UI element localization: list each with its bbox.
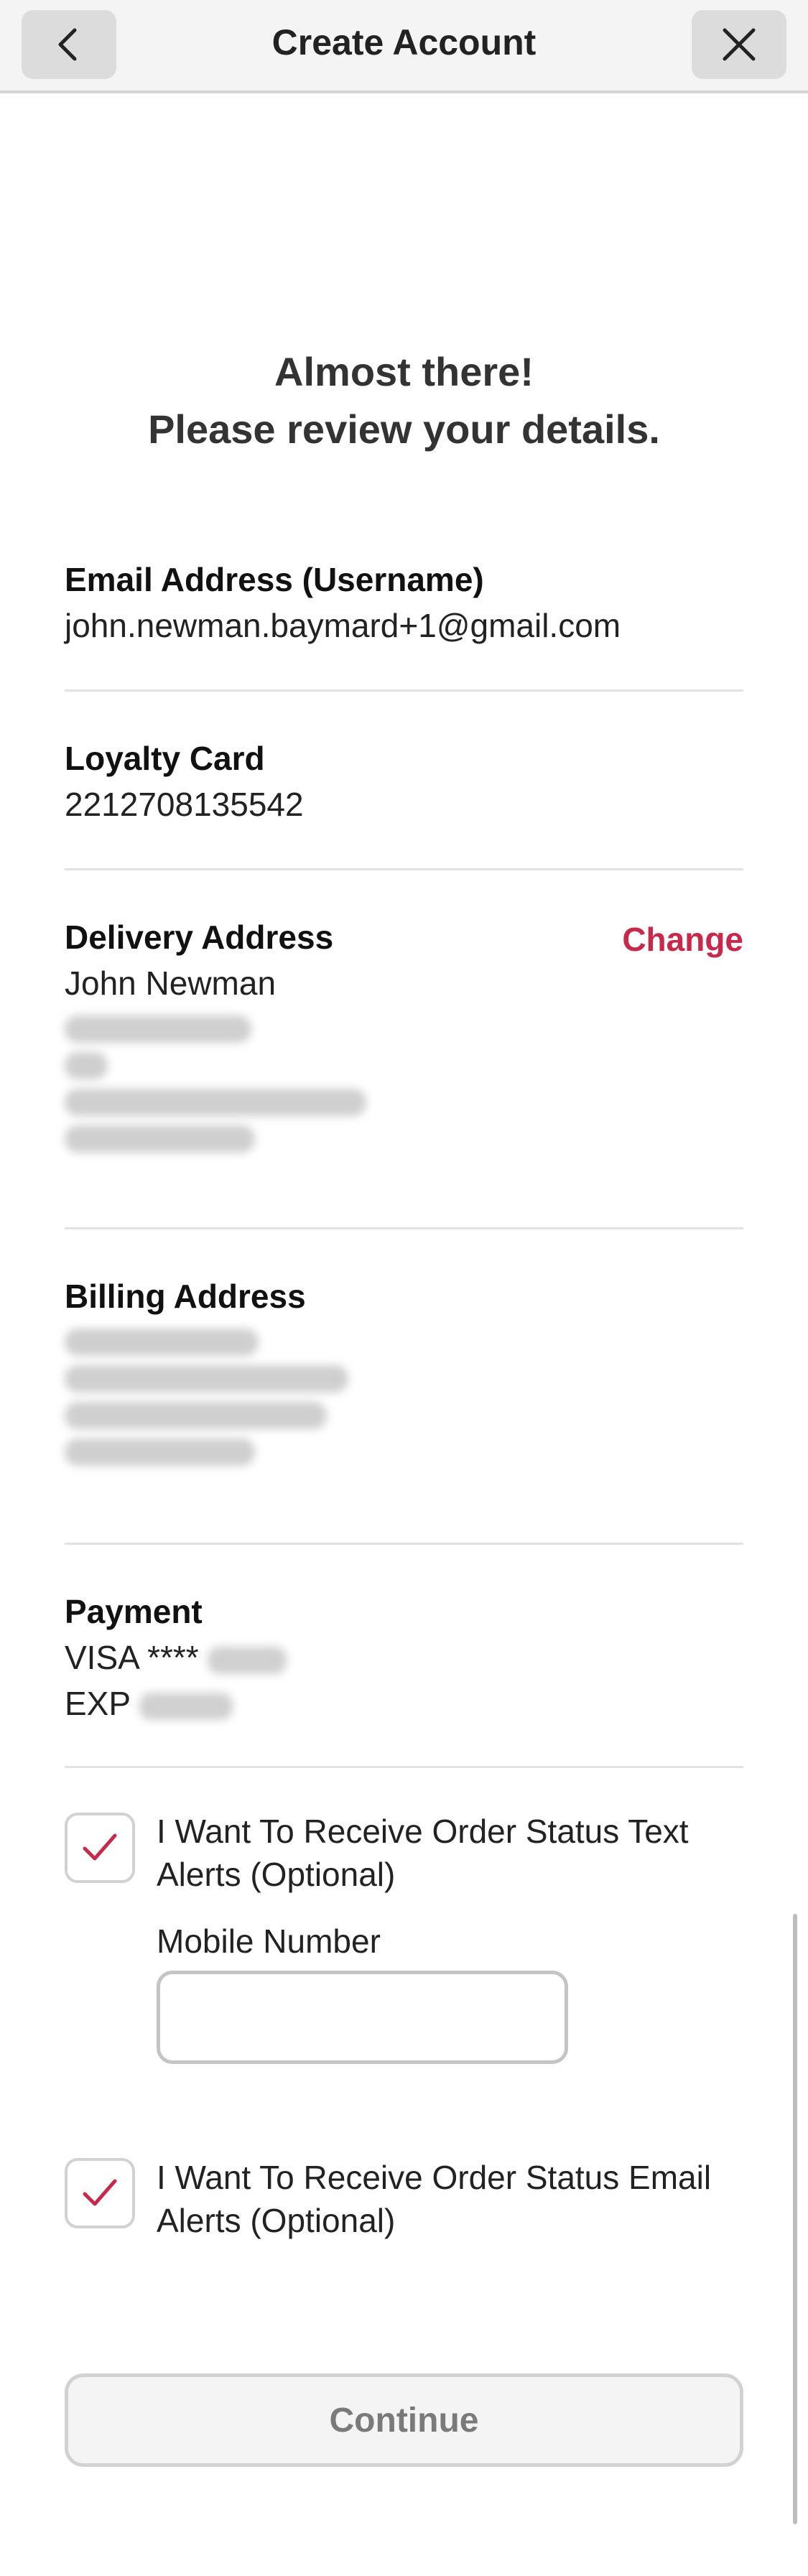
redacted-line — [65, 1402, 327, 1429]
top-bar: Create Account — [0, 0, 808, 93]
redacted-line — [65, 1365, 348, 1392]
card-number: VISA **** — [65, 1635, 743, 1680]
email-alerts-checkbox[interactable] — [65, 2158, 135, 2228]
change-delivery-link[interactable]: Change — [622, 920, 743, 959]
mobile-number-label: Mobile Number — [157, 1922, 381, 1960]
loyalty-section: Loyalty Card 2212708135542 — [65, 735, 743, 827]
scrollbar[interactable] — [793, 1914, 797, 2524]
email-section: Email Address (Username) john.newman.bay… — [65, 557, 743, 648]
heading-line-2: Please review your details. — [148, 406, 660, 452]
close-button[interactable] — [692, 10, 786, 79]
text-alerts-checkbox[interactable] — [65, 1813, 135, 1883]
mobile-number-input[interactable] — [157, 1971, 568, 2064]
divider — [65, 689, 743, 692]
redacted-expiry — [139, 1692, 233, 1720]
redacted-line — [65, 1089, 366, 1116]
redacted-line — [65, 1125, 255, 1153]
expiry-prefix: EXP — [65, 1685, 131, 1722]
divider — [65, 1227, 743, 1229]
billing-section: Billing Address — [65, 1273, 743, 1475]
card-prefix: VISA **** — [65, 1639, 199, 1676]
redacted-line — [65, 1329, 259, 1356]
email-label: Email Address (Username) — [65, 561, 484, 598]
review-heading: Almost there! Please review your details… — [0, 343, 808, 458]
divider — [65, 868, 743, 870]
loyalty-value: 2212708135542 — [65, 786, 304, 823]
redacted-line — [65, 1438, 255, 1466]
billing-label: Billing Address — [65, 1278, 306, 1315]
divider — [65, 1543, 743, 1545]
email-value: john.newman.baymard+1@gmail.com — [65, 607, 621, 644]
heading-line-1: Almost there! — [274, 349, 534, 394]
payment-label: Payment — [65, 1593, 203, 1630]
email-alerts-label[interactable]: I Want To Receive Order Status Email Ale… — [157, 2156, 731, 2242]
divider — [65, 1766, 743, 1768]
checkmark-icon — [83, 2179, 117, 2206]
card-expiry: EXP — [65, 1680, 743, 1726]
loyalty-label: Loyalty Card — [65, 740, 265, 777]
delivery-name: John Newman — [65, 964, 277, 1002]
delivery-section: Delivery Address John Newman Change — [65, 914, 743, 1187]
redacted-line — [65, 1015, 251, 1043]
redacted-card-digits — [208, 1646, 287, 1674]
page-title: Create Account — [271, 22, 537, 62]
redacted-line — [65, 1052, 108, 1079]
checkmark-icon — [83, 1833, 117, 1861]
continue-button[interactable]: Continue — [65, 2373, 743, 2467]
payment-section: Payment VISA **** EXP — [65, 1589, 743, 1726]
close-icon — [723, 28, 756, 61]
text-alerts-label[interactable]: I Want To Receive Order Status Text Aler… — [157, 1810, 731, 1896]
